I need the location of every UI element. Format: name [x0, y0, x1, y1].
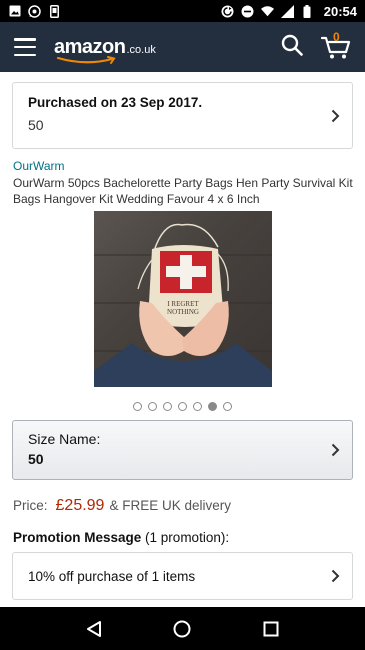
status-bar-left	[8, 4, 61, 18]
image-carousel-dots	[0, 402, 365, 411]
status-bar: 20:54	[0, 0, 365, 22]
purchase-history-card[interactable]: Purchased on 23 Sep 2017. 50	[12, 82, 353, 149]
promotion-heading: Promotion Message (1 promotion):	[13, 530, 229, 545]
chevron-right-icon	[331, 569, 340, 583]
cart-button[interactable]: 0	[320, 30, 351, 60]
signal-icon	[280, 4, 294, 18]
delivery-info: & FREE UK delivery	[109, 498, 231, 513]
carousel-dot[interactable]	[133, 402, 142, 411]
recents-icon[interactable]	[259, 617, 283, 641]
carousel-dot[interactable]	[223, 402, 232, 411]
promotion-count: (1 promotion):	[145, 530, 230, 545]
size-label: Size Name:	[28, 431, 101, 447]
home-icon[interactable]	[170, 617, 194, 641]
bag-print-text: I REGRET NOTHING	[167, 300, 199, 316]
amazon-logo[interactable]: amazon .co.uk	[54, 32, 156, 64]
brand-link[interactable]: OurWarm	[13, 159, 65, 173]
status-bar-right: 20:54	[221, 4, 357, 19]
whatsapp-icon	[28, 4, 41, 18]
logo-smile-icon	[56, 56, 116, 64]
promotion-text: 10% off purchase of 1 items	[28, 568, 196, 584]
phone-icon	[48, 4, 61, 18]
menu-icon[interactable]	[14, 38, 36, 56]
cart-count: 0	[333, 30, 340, 44]
product-page: Purchased on 23 Sep 2017. 50 OurWarm Our…	[0, 72, 365, 607]
status-time: 20:54	[323, 3, 357, 19]
product-title: OurWarm 50pcs Bachelorette Party Bags He…	[13, 176, 353, 206]
back-icon[interactable]	[82, 617, 106, 641]
carousel-dot[interactable]	[193, 402, 202, 411]
price-row: Price: £25.99 & FREE UK delivery	[13, 497, 231, 515]
carousel-dot[interactable]	[178, 402, 187, 411]
image-icon	[8, 5, 21, 18]
promotion-title: Promotion Message	[13, 530, 142, 545]
search-icon[interactable]	[281, 34, 303, 61]
app-header: amazon .co.uk 0	[0, 22, 365, 72]
carousel-dot[interactable]	[148, 402, 157, 411]
purchase-date: Purchased on 23 Sep 2017.	[28, 95, 203, 110]
price-amount: £25.99	[55, 497, 105, 514]
price-label: Price:	[13, 498, 48, 513]
system-navigation-bar	[0, 607, 365, 650]
header-actions: 0	[281, 30, 351, 61]
chevron-right-icon	[331, 109, 340, 122]
promotion-item[interactable]: 10% off purchase of 1 items	[12, 552, 353, 600]
sync-icon	[221, 5, 234, 18]
size-value: 50	[28, 451, 44, 467]
carousel-dot[interactable]	[208, 402, 217, 411]
product-image[interactable]: I REGRET NOTHING	[94, 211, 272, 387]
chevron-right-icon	[331, 443, 340, 457]
logo-domain: .co.uk	[126, 44, 156, 56]
purchase-quantity: 50	[28, 117, 44, 133]
wifi-icon	[260, 5, 274, 18]
battery-icon	[301, 4, 314, 18]
dnd-icon	[241, 5, 254, 18]
size-selector[interactable]: Size Name: 50	[12, 420, 353, 480]
carousel-dot[interactable]	[163, 402, 172, 411]
